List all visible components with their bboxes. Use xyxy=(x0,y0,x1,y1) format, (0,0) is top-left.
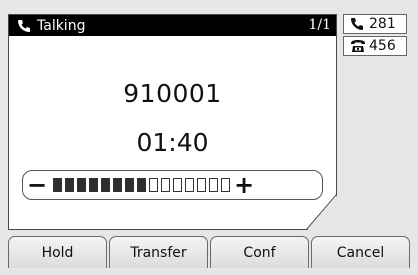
volume-up-button[interactable]: + xyxy=(232,172,256,198)
call-panel: Talking 1/1 910001 01:40 − + xyxy=(8,14,337,230)
volume-segment xyxy=(101,178,110,192)
volume-segment xyxy=(185,178,194,192)
volume-segment xyxy=(137,178,146,192)
volume-segment xyxy=(113,178,122,192)
volume-segment xyxy=(209,178,218,192)
transfer-button[interactable]: Transfer xyxy=(109,236,208,268)
volume-segment xyxy=(53,178,62,192)
call-timer: 01:40 xyxy=(136,128,209,157)
line-key-label: 281 xyxy=(369,16,396,32)
volume-bar[interactable]: − + xyxy=(22,170,323,200)
phone-screen: Talking 1/1 910001 01:40 − + 281 456 Hol… xyxy=(0,0,418,275)
softkey-bar: Hold Transfer Conf Cancel xyxy=(8,236,410,268)
volume-segment xyxy=(149,178,158,192)
phone-handset-icon xyxy=(17,19,31,33)
desk-phone-icon xyxy=(350,39,366,53)
volume-down-button[interactable]: − xyxy=(25,172,49,198)
call-status-label: Talking xyxy=(37,17,86,34)
conference-button[interactable]: Conf xyxy=(210,236,309,268)
volume-segment xyxy=(65,178,74,192)
volume-segment xyxy=(125,178,134,192)
volume-segment xyxy=(221,178,230,192)
volume-segment xyxy=(161,178,170,192)
call-count: 1/1 xyxy=(308,17,331,33)
hold-button[interactable]: Hold xyxy=(8,236,107,268)
volume-level-segments xyxy=(53,178,230,192)
volume-segment xyxy=(173,178,182,192)
line-key-label: 456 xyxy=(369,38,396,54)
dialed-number: 910001 xyxy=(123,79,222,108)
volume-segment xyxy=(77,178,86,192)
line-key-281[interactable]: 281 xyxy=(343,14,407,34)
phone-handset-icon xyxy=(350,17,366,31)
cancel-button[interactable]: Cancel xyxy=(311,236,410,268)
volume-segment xyxy=(197,178,206,192)
call-title-bar: Talking 1/1 xyxy=(9,15,336,36)
volume-segment xyxy=(89,178,98,192)
line-key-456[interactable]: 456 xyxy=(343,36,407,56)
